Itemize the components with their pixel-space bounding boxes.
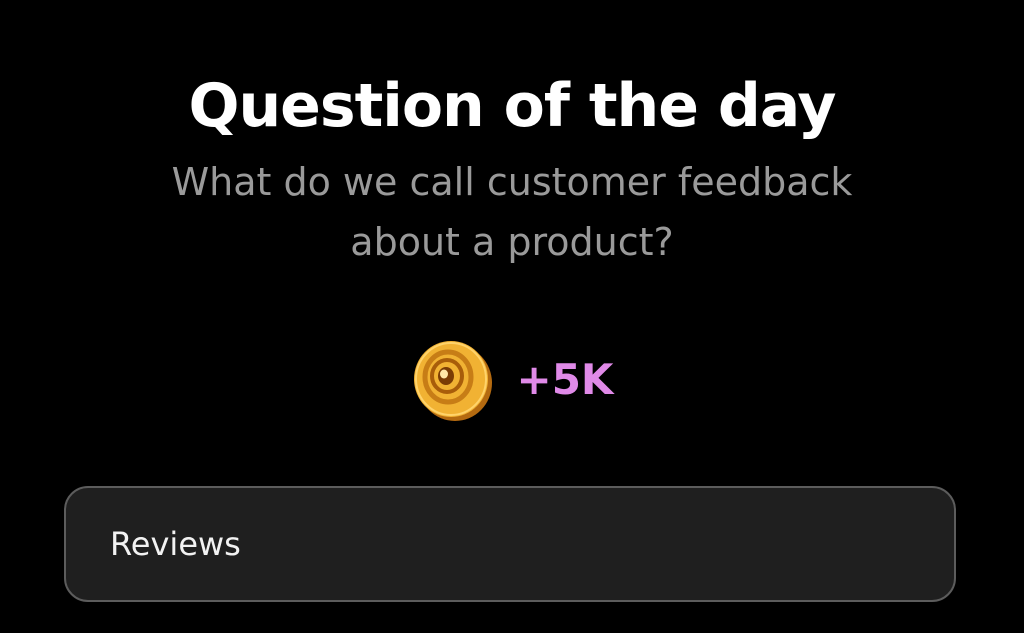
reward-display: +5K (0, 338, 1024, 422)
question-text: What do we call customer feedback about … (171, 160, 853, 264)
coin-icon (413, 341, 492, 421)
question-of-the-day-screen: Question of the day What do we call cust… (0, 0, 1024, 633)
reward-amount: +5K (516, 355, 614, 404)
answer-option-label: Reviews (110, 525, 241, 563)
page-title: Question of the day (188, 71, 836, 141)
answer-option-reviews[interactable]: Reviews (64, 486, 956, 602)
